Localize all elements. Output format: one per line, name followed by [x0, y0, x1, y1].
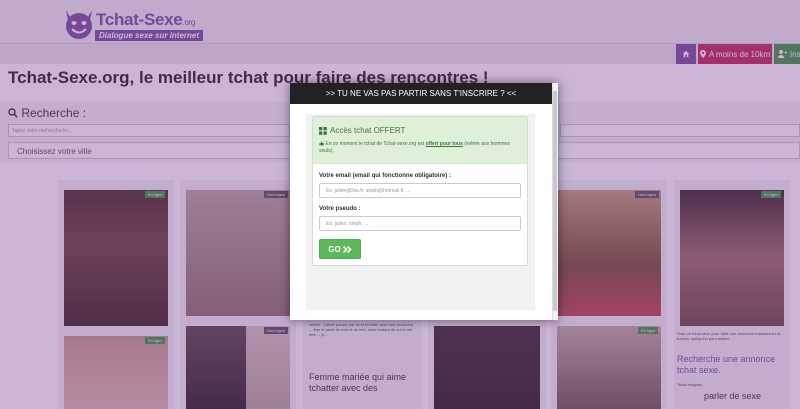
modal-header: >> TU NE VAS PAS PARTIR SANS T'INSCRIRE …: [290, 83, 552, 104]
signup-panel: Accès tchat OFFERT En ce moment le tchat…: [312, 116, 528, 266]
modal-scrollbar[interactable]: [552, 83, 558, 320]
modal-body: Accès tchat OFFERT En ce moment le tchat…: [306, 114, 535, 310]
thumbs-up-icon: [319, 141, 324, 146]
grid-icon: [319, 126, 327, 135]
email-label: Votre email (email qui fonctionne obliga…: [319, 173, 451, 179]
email-field[interactable]: Ex: julien@live.fr, steph@hotmail.fr, ..…: [319, 183, 521, 198]
pseudo-field[interactable]: Ex: julien, steph, ...: [319, 216, 521, 231]
signup-modal: >> TU NE VAS PAS PARTIR SANS T'INSCRIRE …: [290, 83, 558, 320]
panel-header: Accès tchat OFFERT En ce moment le tchat…: [313, 117, 527, 164]
go-button[interactable]: GO: [319, 239, 361, 259]
pseudo-label: Votre pseudo :: [319, 206, 361, 212]
double-chevron-right-icon: [342, 245, 352, 253]
panel-description: En ce moment le tchat de Tchat-sexe.org …: [319, 141, 510, 154]
panel-title: Accès tchat OFFERT: [319, 126, 405, 135]
modal-scrollbar-thumb[interactable]: [553, 91, 557, 311]
